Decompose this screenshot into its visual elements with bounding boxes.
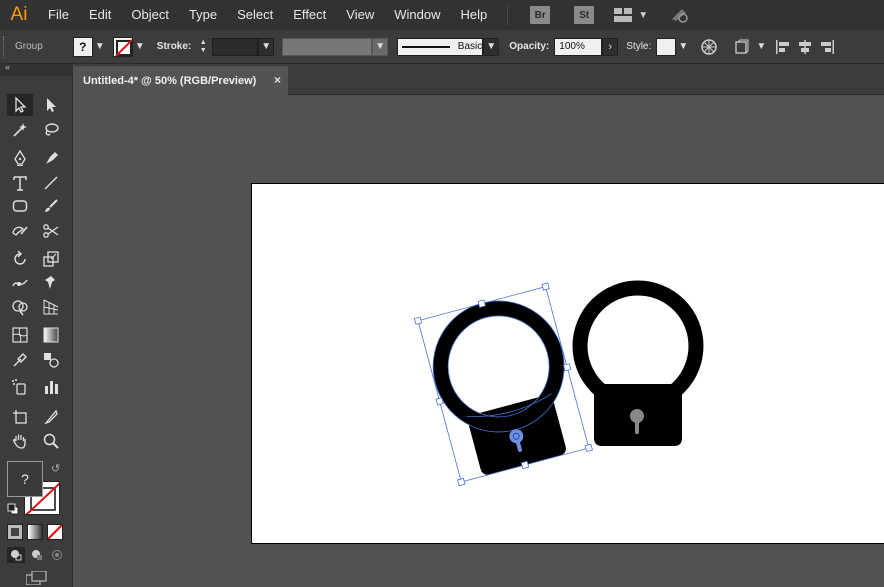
align-right-icon[interactable] bbox=[816, 36, 838, 58]
control-bar: Group ? ▼ ▼ Stroke: ▲ ▼ ▼ ▼ Basic ▼ Opaci… bbox=[0, 30, 884, 64]
shaper-tool-icon[interactable] bbox=[7, 220, 33, 242]
draw-inside-icon[interactable] bbox=[48, 547, 66, 563]
shape-builder-tool-icon[interactable] bbox=[7, 296, 33, 318]
menu-object[interactable]: Object bbox=[121, 0, 179, 30]
bridge-button[interactable]: Br bbox=[530, 6, 551, 24]
align-left-icon[interactable] bbox=[772, 36, 794, 58]
blend-tool-icon[interactable] bbox=[38, 349, 64, 371]
hand-tool-icon[interactable] bbox=[7, 430, 33, 452]
opacity-label[interactable]: Opacity: bbox=[509, 41, 549, 52]
padlock-keyhole-slot bbox=[635, 416, 639, 434]
brush-stroke-preview bbox=[402, 45, 450, 48]
menu-bar: Ai File Edit Object Type Select Effect V… bbox=[0, 0, 884, 30]
artboard-tool-icon[interactable] bbox=[7, 406, 33, 428]
tools-panel-header[interactable]: « bbox=[0, 62, 73, 76]
rectangle-tool-icon[interactable] bbox=[7, 195, 33, 217]
menu-file[interactable]: File bbox=[38, 0, 79, 30]
menu-help[interactable]: Help bbox=[450, 0, 497, 30]
type-tool-icon[interactable] bbox=[7, 172, 33, 194]
symbol-sprayer-tool-icon[interactable] bbox=[7, 376, 33, 398]
collapse-panel-icon[interactable]: « bbox=[5, 62, 10, 72]
rotate-tool-icon[interactable] bbox=[7, 248, 33, 270]
align-center-icon[interactable] bbox=[794, 36, 816, 58]
document-tab[interactable]: Untitled-4* @ 50% (RGB/Preview) × bbox=[74, 66, 288, 95]
paintbrush-tool-icon[interactable] bbox=[38, 195, 64, 217]
menu-edit[interactable]: Edit bbox=[79, 0, 121, 30]
lasso-tool-icon[interactable] bbox=[38, 119, 64, 141]
gradient-tool-icon[interactable] bbox=[38, 324, 64, 346]
mesh-tool-icon[interactable] bbox=[7, 324, 33, 346]
tools-panel: ↺ ? bbox=[0, 76, 73, 587]
perspective-grid-tool-icon[interactable] bbox=[38, 296, 64, 318]
color-mode-icon[interactable] bbox=[7, 524, 23, 540]
canvas-area[interactable] bbox=[74, 95, 884, 587]
eyedropper-tool-icon[interactable] bbox=[7, 349, 33, 371]
stroke-dropdown-chevron-icon[interactable]: ▼ bbox=[133, 37, 147, 57]
draw-normal-icon[interactable] bbox=[7, 547, 25, 563]
panel-grip[interactable] bbox=[3, 35, 9, 58]
workspace-switcher-icon[interactable]: ▼ bbox=[614, 8, 648, 22]
menu-window[interactable]: Window bbox=[384, 0, 450, 30]
curvature-tool-icon[interactable] bbox=[38, 147, 64, 169]
menu-type[interactable]: Type bbox=[179, 0, 227, 30]
default-colors-icon[interactable] bbox=[7, 503, 19, 518]
scale-tool-icon[interactable] bbox=[38, 248, 64, 270]
none-mode-icon[interactable] bbox=[47, 524, 63, 540]
arrange-dropdown-chevron-icon[interactable]: ▼ bbox=[754, 37, 768, 57]
document-tab-title: Untitled-4* @ 50% (RGB/Preview) bbox=[83, 74, 257, 87]
magic-wand-tool-icon[interactable] bbox=[7, 119, 33, 141]
draw-behind-icon[interactable] bbox=[28, 547, 46, 563]
width-tool-icon[interactable] bbox=[7, 272, 33, 294]
menu-effect[interactable]: Effect bbox=[283, 0, 336, 30]
opacity-arrow-icon[interactable]: › bbox=[602, 37, 619, 56]
zoom-tool-icon[interactable] bbox=[38, 430, 64, 452]
menu-select[interactable]: Select bbox=[227, 0, 283, 30]
close-tab-icon[interactable]: × bbox=[274, 73, 281, 87]
stroke-weight-input[interactable] bbox=[212, 37, 259, 56]
slice-tool-icon[interactable] bbox=[38, 406, 64, 428]
padlock-shape[interactable] bbox=[572, 280, 704, 446]
fill-dropdown-chevron-icon[interactable]: ▼ bbox=[93, 37, 107, 57]
fill-stroke-swap-icon[interactable]: ↺ bbox=[51, 462, 60, 475]
opacity-input[interactable]: 100% bbox=[554, 37, 603, 56]
brush-dropdown-chevron-icon[interactable]: ▼ bbox=[483, 37, 500, 56]
stroke-label: Stroke: bbox=[156, 41, 192, 52]
menu-view[interactable]: View bbox=[336, 0, 384, 30]
stroke-swatch[interactable] bbox=[112, 36, 133, 57]
scissors-tool-icon[interactable] bbox=[38, 220, 64, 242]
puppet-warp-tool-icon[interactable] bbox=[38, 272, 64, 294]
column-graph-tool-icon[interactable] bbox=[38, 376, 64, 398]
recolor-artwork-icon[interactable] bbox=[698, 36, 720, 58]
fill-swatch[interactable]: ? bbox=[72, 36, 93, 57]
screen-mode-icon[interactable] bbox=[25, 570, 48, 587]
document-tab-strip: Untitled-4* @ 50% (RGB/Preview) × bbox=[74, 64, 884, 95]
selection-type-label: Group bbox=[15, 41, 43, 52]
stock-button[interactable]: St bbox=[574, 6, 595, 24]
stroke-weight-stepper[interactable]: ▲ ▼ bbox=[196, 38, 210, 56]
gpu-performance-icon[interactable] bbox=[670, 5, 690, 26]
profile-dropdown-chevron-icon[interactable]: ▼ bbox=[372, 37, 389, 56]
rotated-padlock-group[interactable] bbox=[413, 282, 593, 487]
selection-tool-icon[interactable] bbox=[7, 94, 33, 116]
style-label: Style: bbox=[626, 41, 652, 52]
variable-width-profile[interactable] bbox=[282, 37, 373, 56]
style-dropdown-chevron-icon[interactable]: ▼ bbox=[676, 37, 690, 57]
pen-tool-icon[interactable] bbox=[7, 147, 33, 169]
direct-selection-tool-icon[interactable] bbox=[38, 94, 64, 116]
brush-name: Basic bbox=[457, 41, 483, 52]
graphic-style-swatch[interactable] bbox=[656, 37, 677, 56]
gradient-mode-icon[interactable] bbox=[27, 524, 43, 540]
app-logo: Ai bbox=[10, 4, 28, 25]
line-segment-tool-icon[interactable] bbox=[38, 172, 64, 194]
document-setup-icon[interactable] bbox=[732, 36, 754, 58]
artboard[interactable] bbox=[251, 183, 884, 544]
menu-separator bbox=[507, 5, 509, 25]
stroke-weight-dropdown-chevron-icon[interactable]: ▼ bbox=[258, 37, 275, 56]
artwork bbox=[413, 280, 704, 487]
fill-color-box[interactable]: ? bbox=[7, 461, 43, 497]
fill-color-unknown-label: ? bbox=[21, 471, 29, 487]
brush-definition[interactable]: Basic bbox=[397, 37, 484, 56]
